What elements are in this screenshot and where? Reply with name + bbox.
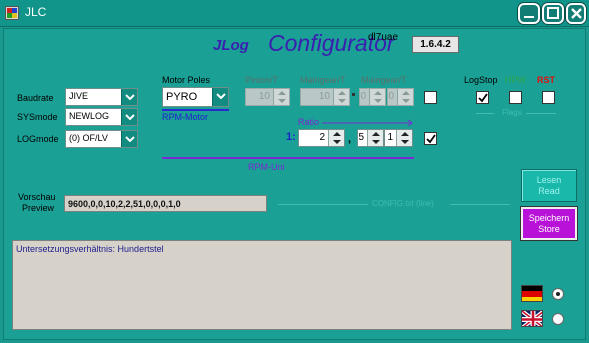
store-button[interactable]: Speichern Store (521, 207, 577, 240)
rst-checkbox[interactable] (542, 91, 555, 104)
motor-poles-select[interactable]: PYRO (162, 87, 229, 107)
pinion-value: 10 (258, 91, 270, 102)
version-badge: 1.6.4.2 (412, 36, 459, 53)
motor-poles-label: Motor Poles (162, 75, 211, 85)
rpm-motor-label: RPM-Motor (162, 112, 209, 122)
log-textarea[interactable]: Untersetzungsverhältnis: Hundertstel (12, 240, 512, 330)
ratio-separator: , (348, 133, 352, 145)
rst-label: RST (537, 75, 555, 85)
maingear2-checkbox[interactable] (424, 91, 437, 104)
close-button[interactable] (566, 3, 586, 24)
logmode-label: LOGmode (17, 134, 59, 144)
flags-label: Flags (502, 108, 522, 117)
ratio-frac1-spinner[interactable]: 5 (357, 129, 384, 147)
config-line-left (278, 204, 368, 205)
ratio-prefix: 1: (286, 131, 296, 143)
uk-flag-icon[interactable] (521, 310, 543, 327)
chevron-down-icon[interactable] (212, 88, 228, 106)
baudrate-label: Baudrate (17, 93, 54, 103)
spinner-arrows-icon[interactable] (369, 89, 385, 105)
hpw-label: HPW (505, 75, 526, 85)
ratio-arrow-icon (322, 119, 413, 127)
ratio-frac1-value: 5 (358, 132, 364, 143)
separator-dot (352, 93, 355, 96)
window-title: JLC (25, 5, 47, 19)
minimize-button[interactable] (518, 3, 540, 24)
checkmark-icon (426, 134, 436, 144)
maingear2-a-spinner[interactable]: 0 (359, 88, 386, 106)
spinner-arrows-icon[interactable] (397, 89, 413, 105)
read-button-label-en: Read (538, 186, 560, 196)
preview-field: 9600,0,0,10,2,2,51,0,0,0,1,0 (64, 195, 267, 212)
chevron-down-icon[interactable] (121, 89, 137, 105)
close-icon (571, 8, 582, 19)
ratio-frac2-value: 1 (387, 132, 393, 143)
flags-line-left (476, 113, 494, 114)
maingear2-b-spinner[interactable]: 0 (387, 88, 414, 106)
flags-line-right (526, 113, 556, 114)
logstop-checkbox[interactable] (476, 91, 489, 104)
sysmode-select[interactable]: NEWLOG (65, 108, 138, 126)
german-flag-icon[interactable] (521, 285, 543, 302)
maingear-spinner[interactable]: 10 (300, 88, 350, 106)
spinner-arrows-icon[interactable] (333, 89, 349, 105)
maingear2-b-value: 0 (388, 91, 394, 102)
rpm-motor-underline (162, 109, 229, 111)
log-text: Untersetzungsverhältnis: Hundertstel (16, 244, 164, 254)
spinner-arrows-icon[interactable] (273, 89, 289, 105)
app-name: JLog (213, 37, 249, 54)
maximize-icon (547, 7, 559, 19)
title-bar[interactable]: JLC (0, 0, 589, 27)
maingear-value: 10 (318, 91, 330, 102)
hpw-checkbox[interactable] (509, 91, 522, 104)
pinion-spinner[interactable]: 10 (245, 88, 290, 106)
checkmark-icon (478, 93, 488, 103)
store-button-label-de: Speichern (528, 213, 570, 223)
logmode-value: (0) OF/LV (69, 133, 108, 143)
preview-label-de: Vorschau (18, 192, 56, 202)
maingear2-a-value: 0 (360, 91, 366, 102)
pinion-label: Pinion/T (245, 75, 279, 85)
config-line-right (450, 204, 510, 205)
preview-label-en: Preview (22, 203, 55, 213)
rpm-uni-label: RPM-Uni (248, 162, 285, 172)
spinner-arrows-icon[interactable] (396, 130, 412, 146)
store-button-label-en: Store (538, 224, 560, 234)
logstop-label: LogStop (464, 75, 498, 85)
baudrate-value: JIVE (69, 91, 89, 101)
motor-poles-value: PYRO (166, 91, 198, 103)
german-radio[interactable] (552, 288, 564, 300)
radio-selected-dot (556, 292, 560, 296)
author-label: dl7uae (368, 32, 399, 43)
spinner-arrows-icon[interactable] (367, 130, 383, 146)
sysmode-label: SYSmode (17, 112, 58, 122)
minimize-icon (524, 16, 534, 18)
ratio-frac2-spinner[interactable]: 1 (384, 129, 413, 147)
chevron-down-icon[interactable] (121, 109, 137, 125)
logmode-select[interactable]: (0) OF/LV (65, 130, 138, 148)
maingear2-label: Maingear/T (361, 75, 407, 85)
config-label: CONFIG.txt (line) (372, 199, 434, 208)
ratio-int-value: 2 (319, 132, 325, 143)
preview-value: 9600,0,0,10,2,2,51,0,0,0,1,0 (68, 199, 181, 209)
english-radio[interactable] (552, 313, 564, 325)
ratio-int-spinner[interactable]: 2 (298, 129, 345, 147)
read-button[interactable]: Lesen Read (521, 169, 577, 202)
sysmode-value: NEWLOG (69, 111, 110, 121)
rpm-uni-line (162, 157, 414, 159)
baudrate-select[interactable]: JIVE (65, 88, 138, 106)
spinner-arrows-icon[interactable] (328, 130, 344, 146)
read-button-label-de: Lesen (536, 175, 562, 185)
maximize-button[interactable] (542, 3, 564, 24)
chevron-down-icon[interactable] (121, 131, 137, 147)
app-icon (5, 6, 19, 20)
ratio-checkbox[interactable] (424, 132, 437, 145)
maingear-label: Maingear/T (300, 75, 346, 85)
